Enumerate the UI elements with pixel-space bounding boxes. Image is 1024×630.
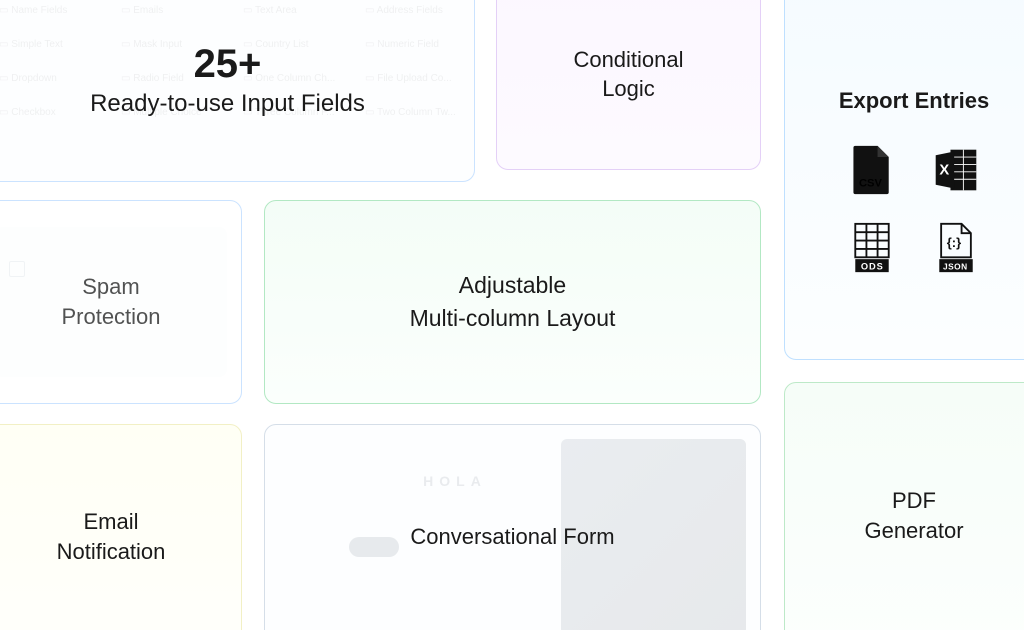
svg-text:ODS: ODS [861, 261, 884, 271]
convo-ghost-button [349, 537, 399, 557]
layout-line2: Multi-column Layout [410, 305, 616, 331]
ghost-field-item: ▭ Dropdown [0, 63, 109, 93]
export-title: Export Entries [839, 88, 989, 114]
layout-title: Adjustable Multi-column Layout [410, 269, 616, 336]
pdf-line2: Generator [864, 518, 963, 543]
ghost-field-item: ▭ Emails [121, 0, 231, 25]
input-fields-count: 25+ [194, 44, 262, 84]
ghost-field-item: ▭ Simple Text [0, 29, 109, 59]
card-multi-column-layout: Adjustable Multi-column Layout [264, 200, 761, 404]
convo-title: Conversational Form [410, 524, 614, 550]
card-input-fields: ▭ Name Fields ▭ Emails ▭ Text Area ▭ Addres… [0, 0, 475, 182]
pdf-title: PDF Generator [864, 486, 963, 545]
card-conversational-form: HOLA Conversational Form [264, 424, 761, 630]
svg-text:JSON: JSON [943, 261, 968, 271]
ghost-field-item: ▭ Name Fields [0, 0, 109, 25]
ghost-field-item: ▭ File Upload Co... [365, 63, 475, 93]
conditional-line1: Conditional [573, 47, 683, 72]
email-line2: Notification [57, 539, 166, 564]
svg-text:{:}: {:} [947, 235, 961, 250]
card-spam-protection: Spam Protection [0, 200, 242, 404]
conditional-title: Conditional Logic [573, 46, 683, 103]
ghost-field-item: ▭ Two Column Tw... [365, 97, 475, 127]
ghost-field-item: ▭ Text Area [243, 0, 353, 25]
spam-line1: Spam [82, 274, 139, 299]
json-icon: {:} JSON [932, 222, 980, 274]
pdf-line1: PDF [892, 488, 936, 513]
svg-text:CSV: CSV [859, 178, 882, 190]
ghost-field-item: ▭ Numeric Field [365, 29, 475, 59]
conditional-line2: Logic [602, 76, 655, 101]
email-title: Email Notification [57, 507, 166, 566]
card-conditional-logic: Conditional Logic [496, 0, 761, 170]
card-export-entries: Export Entries CSV X [784, 0, 1024, 360]
layout-line1: Adjustable [459, 272, 566, 298]
spam-title: Spam Protection [61, 272, 160, 331]
svg-text:X: X [939, 163, 949, 179]
email-line1: Email [83, 509, 138, 534]
xls-icon: X [932, 144, 980, 196]
card-email-notification: Email Notification [0, 424, 242, 630]
spam-ghost-checkbox [9, 261, 25, 277]
feature-grid: ▭ Name Fields ▭ Emails ▭ Text Area ▭ Addres… [0, 0, 1024, 630]
card-pdf-generator: PDF Generator [784, 382, 1024, 630]
input-fields-title: Ready-to-use Input Fields [90, 90, 365, 118]
spam-line2: Protection [61, 304, 160, 329]
ghost-field-item: ▭ Address Fields [365, 0, 475, 25]
csv-icon: CSV [848, 144, 896, 196]
convo-ghost-word: HOLA [349, 473, 561, 489]
ods-icon: ODS [848, 222, 896, 274]
export-icon-grid: CSV X [844, 142, 984, 276]
